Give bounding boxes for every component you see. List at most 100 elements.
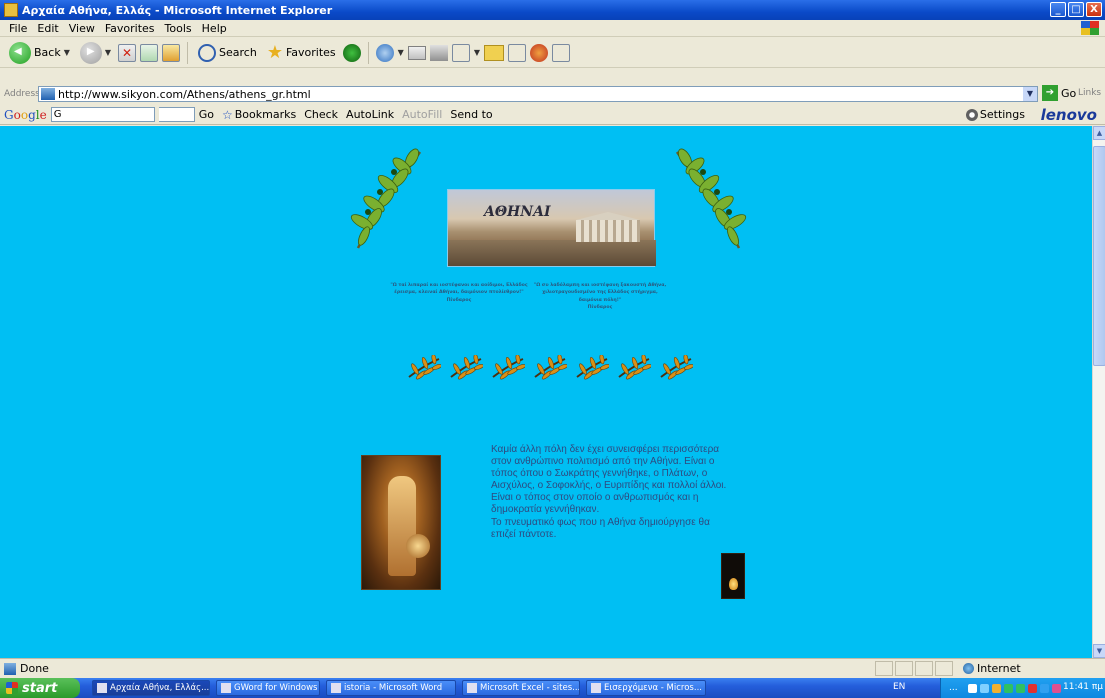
page-icon bbox=[41, 88, 55, 100]
edit-icon[interactable] bbox=[451, 43, 470, 62]
google-toolbar: Google G Go ☆ Bookmarks Check AutoLink Au… bbox=[0, 105, 1105, 125]
outlook-icon bbox=[591, 683, 601, 693]
window-title: Αρχαία Αθήνα, Ελλάς - Microsoft Internet… bbox=[22, 3, 333, 17]
google-search-input[interactable]: G bbox=[50, 107, 155, 122]
lenovo-logo: lenovo bbox=[1040, 106, 1097, 124]
history-dropdown-icon[interactable]: ▼ bbox=[398, 48, 404, 57]
links-label[interactable]: Links bbox=[1078, 88, 1101, 98]
tray-app-icon[interactable] bbox=[979, 683, 989, 693]
back-button[interactable]: Back ▼ bbox=[6, 41, 73, 64]
olive-branch-icon bbox=[492, 355, 525, 380]
home-icon[interactable] bbox=[162, 43, 181, 62]
standard-toolbar: Back ▼ ▼ ✕ Search ★ Favorites ▼ ▼ bbox=[0, 38, 1105, 68]
globe-icon bbox=[963, 663, 974, 674]
system-tray: ... 11:41 πμ bbox=[940, 678, 1105, 698]
window-controls: _ □ X bbox=[1050, 2, 1102, 17]
taskbar-item-gword[interactable]: GWord for Windows bbox=[216, 680, 320, 696]
tray-app-icon[interactable] bbox=[1051, 683, 1061, 693]
menu-view[interactable]: View bbox=[64, 22, 100, 35]
start-label: start bbox=[22, 680, 58, 696]
tray-app-icon[interactable] bbox=[991, 683, 1001, 693]
paragraph-1: Καμία άλλη πόλη δεν έχει συνεισφέρει περ… bbox=[491, 444, 727, 492]
tray-expand-button[interactable]: ... bbox=[949, 683, 958, 693]
google-go-button[interactable]: Go bbox=[199, 108, 214, 121]
scroll-down-icon[interactable]: ▼ bbox=[1093, 644, 1105, 658]
search-button[interactable]: Search bbox=[195, 43, 260, 62]
tray-app-icon[interactable] bbox=[1003, 683, 1013, 693]
mail-icon[interactable] bbox=[407, 45, 426, 60]
taskbar-item-outlook[interactable]: Εισερχόμενα - Micros... bbox=[586, 680, 706, 696]
address-bar: Address http://www.sikyon.com/Athens/ath… bbox=[0, 85, 1105, 103]
menu-edit[interactable]: Edit bbox=[32, 22, 63, 35]
laurel-branch-left-icon bbox=[350, 148, 422, 249]
tool-icon[interactable] bbox=[551, 43, 570, 62]
google-autofill-button: AutoFill bbox=[402, 108, 443, 121]
laurel-branch-right-icon bbox=[675, 148, 747, 249]
address-input[interactable]: http://www.sikyon.com/Athens/athens_gr.h… bbox=[38, 86, 1038, 102]
windows-logo-icon bbox=[1081, 21, 1099, 35]
tray-app-icon[interactable] bbox=[1015, 683, 1025, 693]
google-autolink-button[interactable]: AutoLink bbox=[346, 108, 394, 121]
google-bookmarks-button[interactable]: ☆ Bookmarks bbox=[222, 106, 296, 124]
tray-app-icon[interactable] bbox=[1039, 683, 1049, 693]
tray-icons bbox=[967, 683, 1061, 693]
taskbar: start Αρχαία Αθήνα, Ελλάς... GWord for W… bbox=[0, 678, 1105, 698]
athens-banner-image: ΑΘΗΝΑΙ bbox=[447, 189, 656, 267]
taskbar-item-ie[interactable]: Αρχαία Αθήνα, Ελλάς... bbox=[92, 680, 210, 696]
google-check-button[interactable]: Check bbox=[304, 108, 338, 121]
olive-branch-icon bbox=[576, 355, 609, 380]
media-icon[interactable] bbox=[342, 43, 361, 62]
language-indicator[interactable]: EN bbox=[893, 682, 905, 692]
scroll-up-icon[interactable]: ▲ bbox=[1093, 126, 1105, 140]
menu-file[interactable]: File bbox=[4, 22, 32, 35]
menu-favorites[interactable]: Favorites bbox=[100, 22, 160, 35]
parthenon-icon bbox=[576, 220, 640, 242]
search-label: Search bbox=[219, 46, 257, 59]
go-label: Go bbox=[1061, 86, 1077, 100]
tray-app-icon[interactable] bbox=[1027, 683, 1037, 693]
forward-arrow-icon bbox=[79, 41, 102, 64]
history-icon[interactable] bbox=[375, 43, 394, 62]
google-logo[interactable]: Google bbox=[4, 108, 47, 122]
page-content: ΑΘΗΝΑΙ "Ω ταί λιπαραί και ιοστέφανοι και… bbox=[0, 126, 1092, 658]
google-sendto-button[interactable]: Send to bbox=[450, 108, 492, 121]
taskbar-item-word[interactable]: istoria - Microsoft Word bbox=[326, 680, 456, 696]
favorites-button[interactable]: ★ Favorites bbox=[264, 43, 339, 62]
edit-dropdown-icon[interactable]: ▼ bbox=[474, 48, 480, 57]
clock[interactable]: 11:41 πμ bbox=[1063, 682, 1103, 692]
menu-tools[interactable]: Tools bbox=[160, 22, 197, 35]
status-bar: Done Internet bbox=[0, 658, 1105, 678]
google-search-dropdown[interactable] bbox=[158, 107, 195, 122]
research-icon[interactable] bbox=[507, 43, 526, 62]
forward-dropdown-icon[interactable]: ▼ bbox=[105, 48, 111, 57]
olive-branch-icon bbox=[408, 355, 441, 380]
address-dropdown-icon[interactable]: ▼ bbox=[1023, 87, 1037, 101]
messenger-icon[interactable] bbox=[529, 43, 548, 62]
taskbar-item-excel[interactable]: Microsoft Excel - sites... bbox=[462, 680, 580, 696]
olive-branch-icon bbox=[618, 355, 651, 380]
stop-icon[interactable]: ✕ bbox=[118, 43, 137, 62]
print-icon[interactable] bbox=[429, 44, 448, 61]
address-url: http://www.sikyon.com/Athens/athens_gr.h… bbox=[58, 87, 311, 101]
olive-branch-icon bbox=[534, 355, 567, 380]
minimize-button[interactable]: _ bbox=[1050, 2, 1066, 17]
go-button[interactable]: ➔ Go bbox=[1042, 85, 1076, 101]
maximize-button[interactable]: □ bbox=[1068, 2, 1084, 17]
vertical-scrollbar[interactable]: ▲ ▼ bbox=[1092, 126, 1105, 658]
scroll-thumb[interactable] bbox=[1093, 146, 1105, 366]
app-icon bbox=[4, 3, 18, 17]
status-panes bbox=[875, 661, 953, 676]
folder-icon[interactable] bbox=[483, 44, 504, 61]
paragraph-3: Το πνευματικό φως που η Αθήνα δημιούργησ… bbox=[491, 516, 710, 540]
close-button[interactable]: X bbox=[1086, 2, 1102, 17]
forward-button[interactable]: ▼ bbox=[77, 41, 114, 64]
back-dropdown-icon[interactable]: ▼ bbox=[64, 48, 70, 57]
back-label: Back bbox=[34, 46, 61, 59]
refresh-icon[interactable] bbox=[140, 43, 159, 62]
menu-help[interactable]: Help bbox=[197, 22, 232, 35]
quote-right-author: Πίνδαρος bbox=[587, 304, 613, 310]
start-button[interactable]: start bbox=[0, 678, 80, 698]
google-settings-button[interactable]: Settings bbox=[965, 108, 1025, 121]
athena-figure bbox=[388, 476, 416, 576]
tray-app-icon[interactable] bbox=[967, 683, 977, 693]
